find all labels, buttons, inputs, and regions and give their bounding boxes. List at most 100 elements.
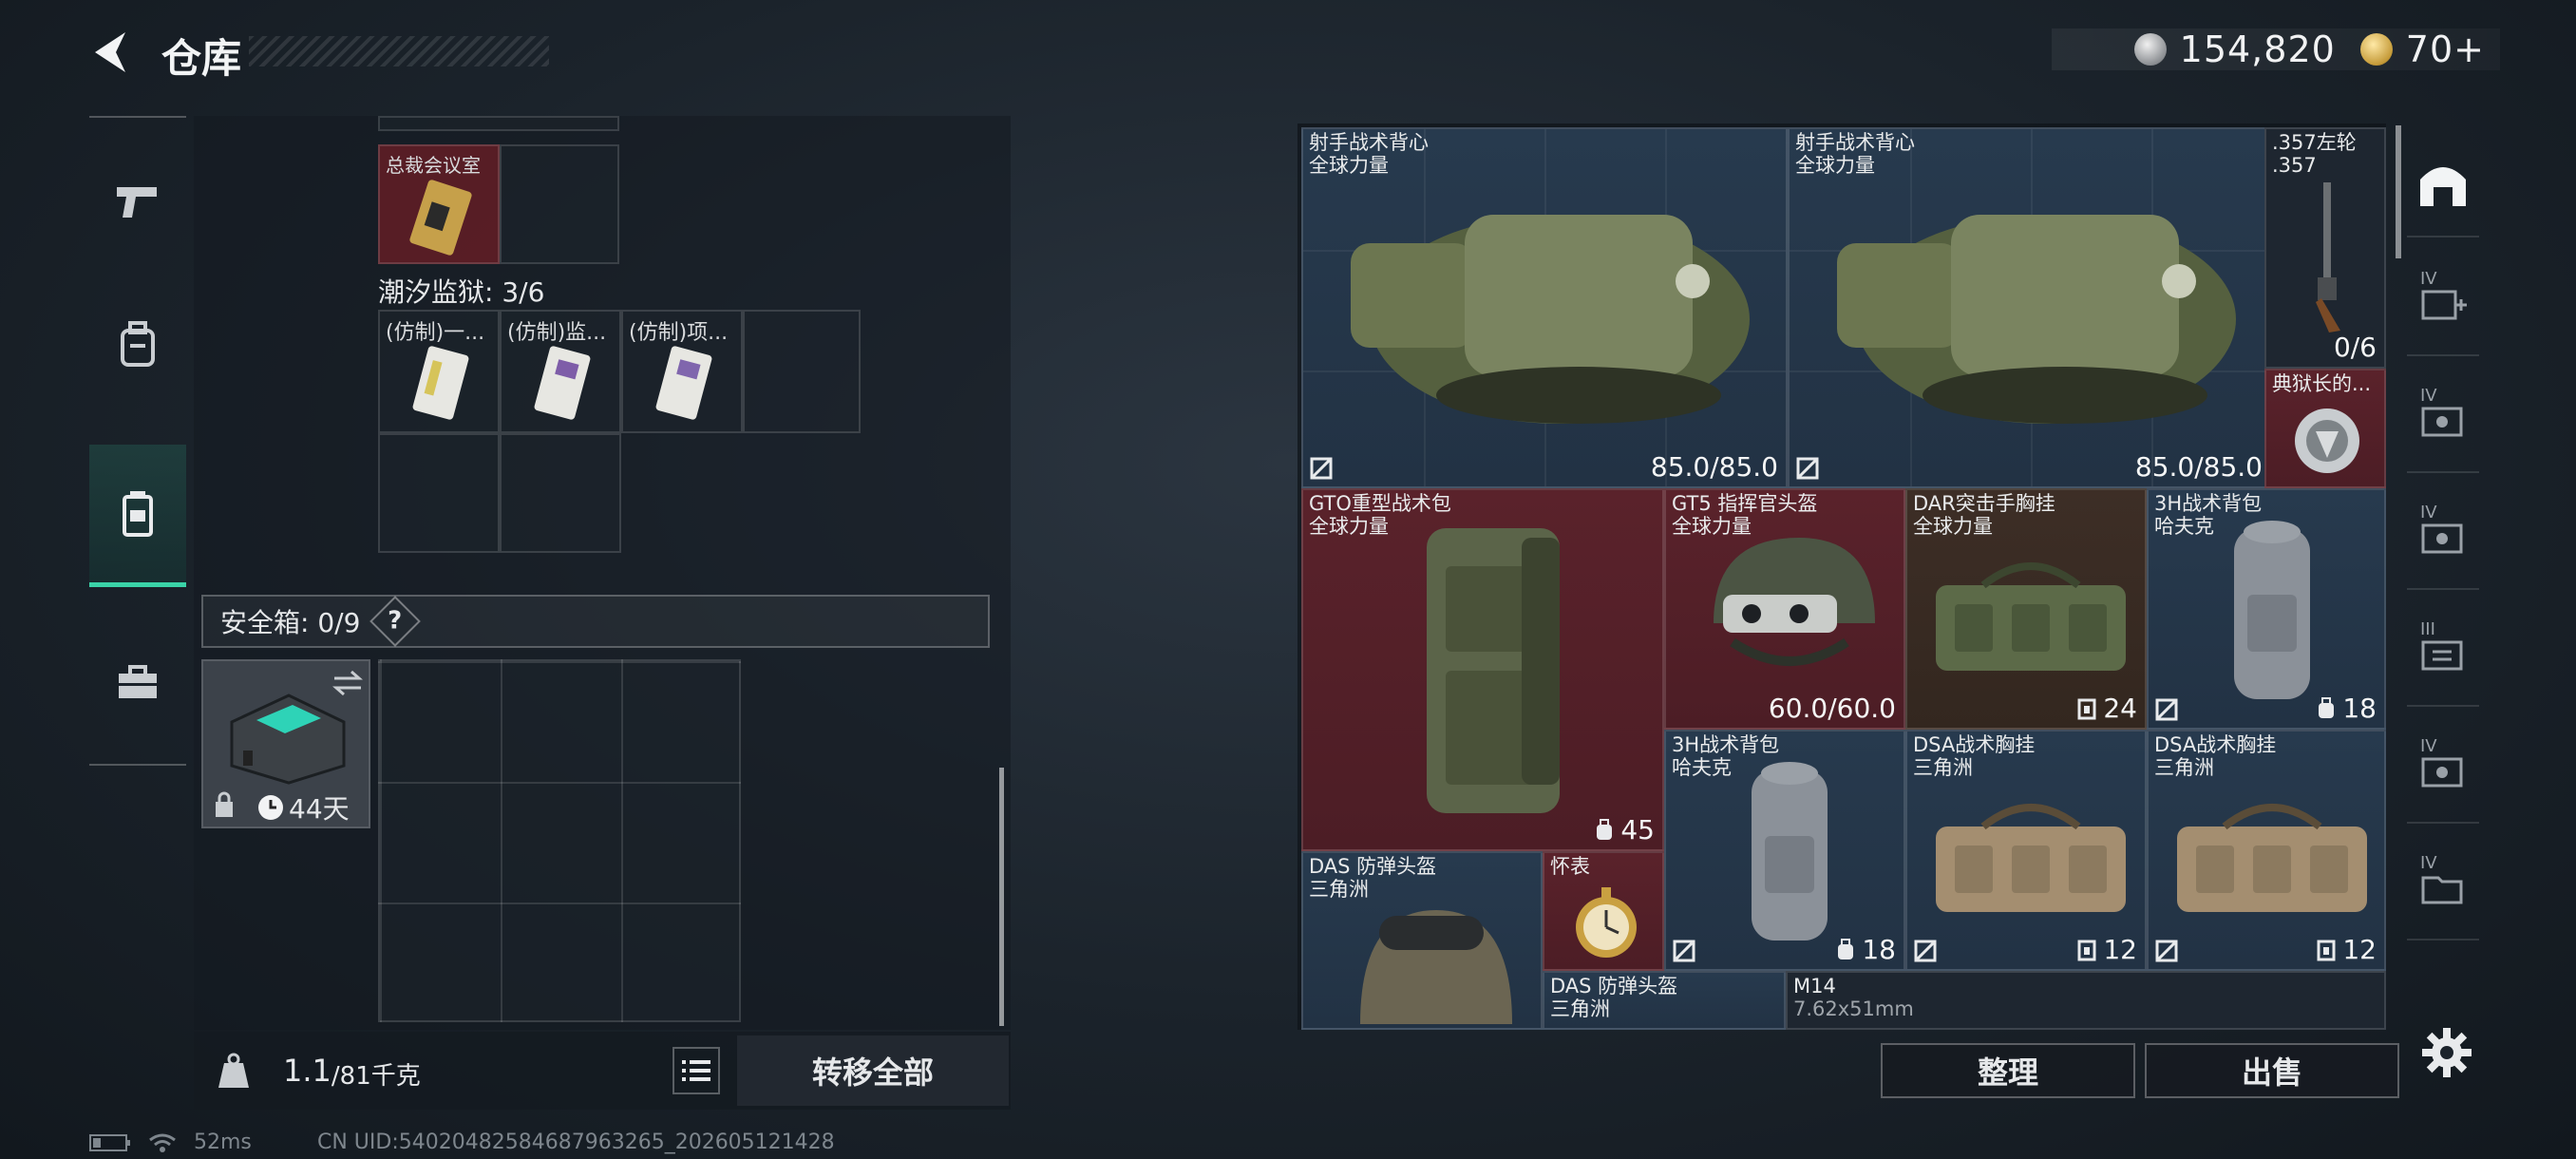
warehouse-item-dsa-chest-rig-2[interactable]: DSA战术胸挂 三角洲 12 bbox=[2147, 730, 2386, 971]
item-name: 总裁会议室 bbox=[386, 154, 481, 177]
nav-gear[interactable] bbox=[89, 445, 186, 587]
grid-cell[interactable] bbox=[378, 433, 500, 553]
grid-cell[interactable] bbox=[743, 310, 861, 433]
item-name: M14 7.62x51mm bbox=[1793, 975, 1914, 1020]
keycard-icon bbox=[409, 180, 472, 256]
no-insurance-icon bbox=[1914, 940, 1937, 962]
tactical-vest-icon bbox=[1837, 215, 2236, 424]
tab-level-label: III bbox=[2420, 619, 2435, 639]
durability-value: 85.0/85.0 bbox=[1650, 451, 1778, 483]
warehouse-item-revolver[interactable]: .357左轮 .357 0/6 bbox=[2264, 127, 2386, 369]
currency-bar: 154,820 70+ bbox=[2052, 28, 2500, 70]
backpack-icon bbox=[121, 321, 155, 367]
warehouse-item-3h-backpack-1[interactable]: 3H战术背包 哈夫克 18 bbox=[2147, 488, 2386, 730]
tab-level-label: IV bbox=[2420, 386, 2437, 406]
safe-box-grid[interactable] bbox=[378, 659, 741, 1022]
prison-item-3[interactable]: (仿制)项... bbox=[621, 310, 743, 433]
warehouse-tabs: IV IV IV III IV IV bbox=[2399, 124, 2485, 1030]
warehouse-tab-6[interactable]: IV bbox=[2407, 719, 2479, 824]
warehouse-item-3h-backpack-2[interactable]: 3H战术背包 哈夫克 18 bbox=[1664, 730, 1905, 971]
list-view-button[interactable] bbox=[672, 1047, 720, 1094]
chest-rig-icon bbox=[1936, 804, 2126, 912]
warehouse-item-dar-chest-rig[interactable]: DAR突击手胸挂 全球力量 24 bbox=[1905, 488, 2147, 730]
item-name: DSA战术胸挂 三角洲 bbox=[2154, 733, 2277, 779]
toolbox-icon bbox=[119, 665, 157, 698]
backpack-capacity-icon bbox=[1838, 938, 1854, 960]
keycard-icon bbox=[412, 346, 469, 420]
left-scrollbar[interactable] bbox=[999, 768, 1004, 1026]
keycard-icon bbox=[655, 346, 712, 420]
back-button[interactable] bbox=[87, 28, 135, 76]
swap-icon bbox=[332, 670, 363, 696]
weight-icon bbox=[218, 1053, 249, 1088]
warehouse-item-dsa-chest-rig-1[interactable]: DSA战术胸挂 三角洲 12 bbox=[1905, 730, 2147, 971]
prison-item-1[interactable]: (仿制)一... bbox=[378, 310, 500, 433]
nav-backpacks[interactable] bbox=[89, 274, 186, 416]
warehouse-item-m14[interactable]: M14 7.62x51mm bbox=[1786, 971, 2386, 1030]
grid-cell[interactable] bbox=[500, 144, 619, 264]
safe-box-item[interactable]: 44天 bbox=[201, 659, 370, 828]
user-uid: CN UID:54020482584687963265_202605121428 bbox=[317, 1130, 835, 1154]
warehouse-item-das-helmet-1[interactable]: DAS 防弹头盔 三角洲 bbox=[1301, 851, 1543, 1030]
weight-max: /81千克 bbox=[331, 1061, 421, 1091]
gold-currency-value: 70+ bbox=[2405, 28, 2485, 70]
warehouse-tab-main[interactable] bbox=[2407, 133, 2479, 238]
tab-level-label: IV bbox=[2420, 503, 2437, 522]
warehouse-item-warden[interactable]: 典狱长的... bbox=[2264, 369, 2386, 488]
item-name: DAR突击手胸挂 全球力量 bbox=[1913, 492, 2055, 538]
backpack-capacity-icon bbox=[2319, 696, 2335, 718]
gear-icon bbox=[2422, 1028, 2472, 1077]
pocket-watch-icon bbox=[1576, 887, 1637, 958]
warehouse-item-pocket-watch[interactable]: 怀表 bbox=[1543, 851, 1664, 971]
capacity-value: 12 bbox=[2316, 934, 2377, 965]
warehouse-tab-2[interactable]: IV bbox=[2407, 252, 2479, 356]
clock-icon bbox=[258, 795, 283, 820]
silver-coin-icon bbox=[2133, 33, 2167, 66]
item-name: DAS 防弹头盔 三角洲 bbox=[1550, 975, 1678, 1020]
title-decoration bbox=[249, 36, 549, 66]
nav-items[interactable] bbox=[89, 612, 186, 754]
revolver-icon bbox=[2316, 182, 2340, 332]
silver-currency-value: 154,820 bbox=[2179, 28, 2336, 70]
warehouse-item-das-helmet-2[interactable]: DAS 防弹头盔 三角洲 bbox=[1543, 971, 1786, 1030]
warehouse-item-vest-1[interactable]: 射手战术背心 全球力量 85.0/85.0 bbox=[1301, 127, 1788, 488]
warehouse-tab-5[interactable]: III bbox=[2407, 602, 2479, 707]
safe-box-timer: 44天 bbox=[256, 788, 350, 826]
warehouse-tab-3[interactable]: IV bbox=[2407, 369, 2479, 473]
ping-value: 52ms bbox=[194, 1130, 252, 1154]
warehouse-item-gt5-helmet[interactable]: GT5 指挥官头盔 全球力量 60.0/60.0 bbox=[1664, 488, 1905, 730]
wifi-icon bbox=[149, 1133, 176, 1152]
left-category-nav bbox=[89, 116, 186, 766]
grid-cell[interactable] bbox=[378, 116, 619, 131]
grid-cell[interactable] bbox=[500, 433, 621, 553]
list-icon bbox=[682, 1060, 710, 1081]
safe-box-header: 安全箱: 0/9 ? bbox=[201, 595, 990, 648]
tactical-vest-icon bbox=[1351, 215, 1750, 424]
weight-value: 1.1 bbox=[283, 1053, 331, 1089]
durability-value: 85.0/85.0 bbox=[2134, 451, 2263, 483]
warehouse-item-gto-backpack[interactable]: GTO重型战术包 全球力量 45 bbox=[1301, 488, 1664, 851]
key-card-item[interactable]: 总裁会议室 bbox=[378, 144, 500, 264]
item-name: 典狱长的... bbox=[2272, 372, 2372, 395]
help-button[interactable]: ? bbox=[369, 596, 422, 647]
safe-box-icon bbox=[230, 694, 346, 785]
page-title: 仓库 bbox=[161, 35, 242, 82]
helmet-icon bbox=[1714, 538, 1875, 666]
warehouse-tab-4[interactable]: IV bbox=[2407, 485, 2479, 590]
prison-set-label: 潮汐监狱: 3/6 bbox=[378, 276, 545, 308]
sell-button[interactable]: 出售 bbox=[2145, 1043, 2399, 1098]
nav-weapons[interactable] bbox=[89, 131, 186, 274]
gold-coin-icon bbox=[2359, 33, 2393, 66]
transfer-all-button[interactable]: 转移全部 bbox=[737, 1036, 1009, 1106]
warehouse-tab-7[interactable]: IV bbox=[2407, 836, 2479, 940]
tidy-button[interactable]: 整理 bbox=[1881, 1043, 2135, 1098]
prison-item-2[interactable]: (仿制)监... bbox=[500, 310, 621, 433]
no-insurance-icon bbox=[1310, 457, 1333, 480]
chest-rig-icon bbox=[1936, 562, 2126, 671]
capacity-value: 24 bbox=[2076, 693, 2137, 724]
warehouse-item-vest-2[interactable]: 射手战术背心 全球力量 85.0/85.0 bbox=[1788, 127, 2272, 488]
tab-level-label: IV bbox=[2420, 853, 2437, 873]
backpack-capacity-icon bbox=[1597, 818, 1613, 840]
help-icon: ? bbox=[388, 607, 403, 636]
settings-button[interactable] bbox=[2418, 1024, 2475, 1081]
